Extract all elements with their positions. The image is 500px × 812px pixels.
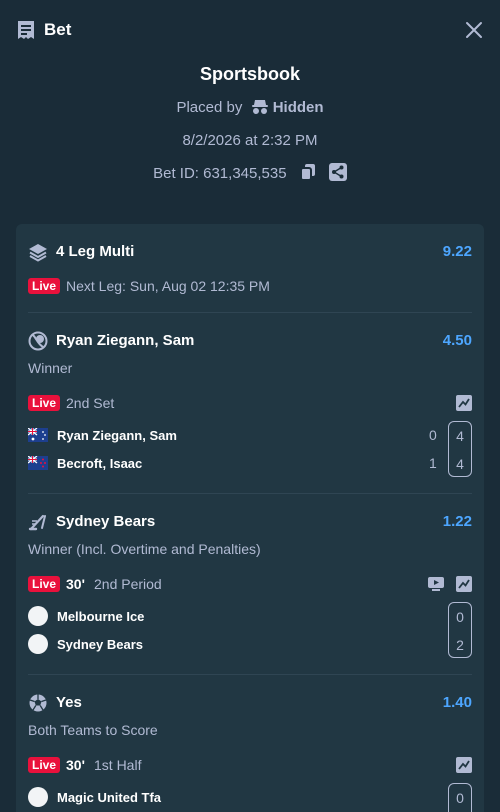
bet-datetime: 8/2/2026 at 2:32 PM xyxy=(182,132,318,149)
leg-odds: 1.22 xyxy=(442,513,472,530)
stats-icon[interactable] xyxy=(456,395,472,411)
team-name: Sydney Bears xyxy=(57,637,143,652)
team-logo xyxy=(28,634,48,654)
leg-market: Winner (Incl. Overtime and Penalties) xyxy=(28,541,261,557)
receipt-icon xyxy=(18,21,34,39)
multi-title: 4 Leg Multi xyxy=(56,243,135,260)
live-stream-icon[interactable] xyxy=(428,576,444,592)
divider xyxy=(28,674,472,675)
team-score: 0 xyxy=(456,790,464,806)
team-logo xyxy=(28,787,48,807)
match-status: 2nd Set xyxy=(66,395,115,411)
team-score: 2 xyxy=(456,637,464,653)
match-clock: 30' xyxy=(66,757,85,773)
soccer-ball-icon xyxy=(29,694,47,712)
team-name: Magic United Tfa xyxy=(57,790,162,805)
australia-flag-icon xyxy=(28,428,48,442)
placed-by-label: Placed by xyxy=(176,99,243,116)
next-leg: Next Leg: Sun, Aug 02 12:35 PM xyxy=(66,278,270,294)
live-badge: Live xyxy=(28,757,61,773)
tennis-ball-icon xyxy=(28,331,48,351)
match-clock: 30' xyxy=(66,576,85,592)
match-status: 2nd Period xyxy=(94,576,162,592)
live-badge: Live xyxy=(28,278,61,294)
live-badge: Live xyxy=(28,576,61,592)
leg-selection: Sydney Bears xyxy=(56,513,156,530)
match-status: 1st Half xyxy=(94,757,142,773)
leg-selection: Yes xyxy=(56,694,82,711)
live-badge: Live xyxy=(28,395,61,411)
score-box: 0 xyxy=(448,783,472,812)
team-name: Becroft, Isaac xyxy=(57,456,143,471)
modal-header: Bet xyxy=(0,0,500,60)
stats-icon[interactable] xyxy=(456,757,472,773)
incognito-icon xyxy=(251,100,268,114)
bet-card: 4 Leg Multi 9.22 Live Next Leg: Sun, Aug… xyxy=(16,224,484,812)
divider xyxy=(28,312,472,313)
new-zealand-flag-icon xyxy=(28,456,48,470)
team-name: Ryan Ziegann, Sam xyxy=(57,428,177,443)
team-score: 0 xyxy=(456,609,464,625)
leg-market: Winner xyxy=(28,360,73,376)
copy-icon[interactable] xyxy=(299,163,317,181)
close-icon[interactable] xyxy=(464,20,484,40)
layers-icon xyxy=(29,244,47,262)
multi-odds: 9.22 xyxy=(442,243,472,260)
team-logo xyxy=(28,606,48,626)
modal-title: Bet xyxy=(44,20,72,39)
leg-selection: Ryan Ziegann, Sam xyxy=(56,332,195,349)
bet-id: Bet ID: 631,345,535 xyxy=(153,165,287,182)
team-set-score: 1 xyxy=(429,455,437,471)
team-set-score: 0 xyxy=(429,427,437,443)
team-game-score: 4 xyxy=(456,428,464,444)
score-box: 4 4 xyxy=(448,421,472,477)
bet-id-row: Bet ID: 631,345,535 xyxy=(0,163,500,182)
score-box: 0 2 xyxy=(448,602,472,658)
stats-icon[interactable] xyxy=(456,576,472,592)
share-icon[interactable] xyxy=(328,163,347,181)
team-name: Melbourne Ice xyxy=(57,609,145,624)
placed-by: Placed by Hidden xyxy=(0,99,500,116)
ice-hockey-icon xyxy=(28,514,46,531)
divider xyxy=(28,493,472,494)
leg-odds: 4.50 xyxy=(442,332,472,349)
sportsbook-title: Sportsbook xyxy=(199,64,300,84)
leg-odds: 1.40 xyxy=(442,694,472,711)
team-game-score: 4 xyxy=(456,456,464,472)
leg-market: Both Teams to Score xyxy=(28,722,158,738)
placed-by-user: Hidden xyxy=(272,99,324,116)
